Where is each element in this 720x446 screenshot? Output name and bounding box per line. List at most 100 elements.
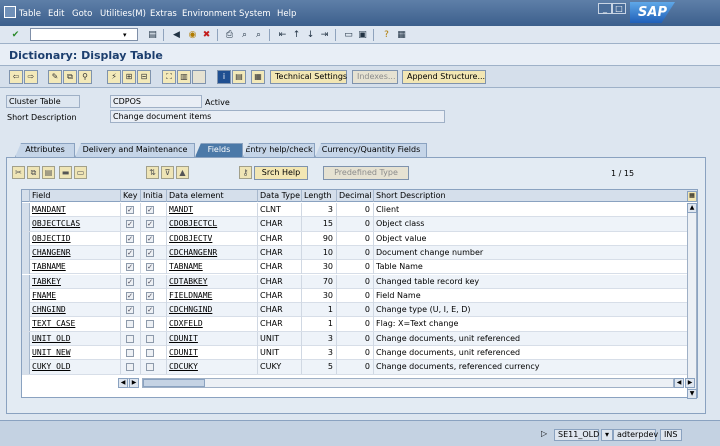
cell-field[interactable]: OBJECTCLAS xyxy=(30,217,121,232)
paste-icon[interactable]: ▤ xyxy=(42,166,55,179)
row-selector[interactable] xyxy=(22,231,30,246)
col-key[interactable]: Key xyxy=(121,190,141,202)
row-selector[interactable] xyxy=(22,260,30,275)
cell-field[interactable]: CUKY_OLD xyxy=(30,360,121,375)
status-mode[interactable]: INS xyxy=(660,429,682,441)
enter-icon[interactable]: ✔ xyxy=(9,28,22,41)
cell-field[interactable]: FNAME xyxy=(30,288,121,303)
dropdown-icon[interactable]: ▾ xyxy=(123,31,127,39)
row-selector[interactable] xyxy=(22,317,30,332)
initial-checkbox[interactable]: ✓ xyxy=(146,306,154,315)
customize-layout-icon[interactable]: ▦ xyxy=(395,28,408,41)
key-checkbox[interactable]: ✓ xyxy=(126,277,134,286)
table-row[interactable]: TABKEY ✓ ✓ CDTABKEY CHAR 70 0 Changed table rec… xyxy=(22,274,697,289)
initial-checkbox[interactable]: ✓ xyxy=(146,291,154,300)
row-selector[interactable] xyxy=(22,203,30,217)
tab-fields[interactable]: Fields xyxy=(195,143,243,157)
cell-field[interactable]: TEXT_CASE xyxy=(30,317,121,332)
table-row[interactable]: TEXT_CASE CDXFELD CHAR 1 0 Flag: X=Text chang… xyxy=(22,317,697,332)
select-all-icon[interactable]: ▲ xyxy=(176,166,189,179)
initial-checkbox[interactable] xyxy=(146,334,154,343)
last-page-icon[interactable]: ⇥ xyxy=(318,28,331,41)
object-list-icon[interactable]: ⊟ xyxy=(137,70,151,84)
window-menu-icon[interactable] xyxy=(4,6,16,18)
insert-row-icon[interactable]: ▬ xyxy=(59,166,72,179)
table-row[interactable]: OBJECTCLAS ✓ ✓ CDOBJECTCL CHAR 15 0 Object clas… xyxy=(22,217,697,232)
col-initial[interactable]: Initia xyxy=(141,190,167,202)
delete-row-icon[interactable]: ▭ xyxy=(74,166,87,179)
key-checkbox[interactable] xyxy=(126,320,134,329)
minimize-icon[interactable]: _ xyxy=(598,3,612,14)
col-field[interactable]: Field xyxy=(30,190,121,202)
table-row[interactable]: TABNAME ✓ ✓ TABNAME CHAR 30 0 Table Name xyxy=(22,260,697,275)
tab-entry-help[interactable]: Entry help/check xyxy=(243,143,315,157)
cell-data-element[interactable]: CDXFELD xyxy=(167,317,258,332)
contents-icon[interactable]: ▦ xyxy=(251,70,265,84)
cell-data-element[interactable]: MANDT xyxy=(167,203,258,217)
where-used-icon[interactable]: ⊞ xyxy=(122,70,136,84)
initial-checkbox[interactable]: ✓ xyxy=(146,234,154,243)
status-arrow-icon[interactable]: ▾ xyxy=(601,429,613,441)
row-selector[interactable] xyxy=(22,303,30,318)
col-length[interactable]: Length xyxy=(302,190,337,202)
info-icon[interactable]: i xyxy=(217,70,231,84)
key-checkbox[interactable] xyxy=(126,349,134,357)
cell-data-element[interactable]: CDTABKEY xyxy=(167,274,258,289)
col-short-description[interactable]: Short Description xyxy=(374,190,697,202)
cell-field[interactable]: CHNGIND xyxy=(30,303,121,318)
scroll-left-icon[interactable]: ◀ xyxy=(118,378,128,388)
cell-data-element[interactable]: CDUNIT xyxy=(167,331,258,346)
column-settings-icon[interactable]: ▦ xyxy=(687,191,697,202)
scroll-down-icon[interactable]: ▼ xyxy=(687,389,697,399)
table-row[interactable]: CHNGIND ✓ ✓ CDCHNGIND CHAR 1 0 Change type (U, … xyxy=(22,303,697,318)
new-session-icon[interactable]: ▭ xyxy=(342,28,355,41)
menu-edit[interactable]: Edit xyxy=(48,9,64,19)
append-structure-button[interactable]: Append Structure... xyxy=(402,70,486,84)
horizontal-scrollbar[interactable] xyxy=(142,378,674,388)
col-decimal[interactable]: Decimal xyxy=(337,190,374,202)
initial-checkbox[interactable]: ✓ xyxy=(146,220,154,229)
maximize-icon[interactable]: □ xyxy=(612,3,626,14)
menu-utilities[interactable]: Utilities(M) xyxy=(100,9,146,19)
menu-goto[interactable]: Goto xyxy=(72,9,92,19)
cell-field[interactable]: TABKEY xyxy=(30,274,121,289)
cell-data-element[interactable]: CDCUKY xyxy=(167,360,258,375)
exit-icon[interactable]: ◉ xyxy=(186,28,199,41)
key-checkbox[interactable]: ✓ xyxy=(126,220,134,229)
initial-checkbox[interactable]: ✓ xyxy=(146,248,154,257)
menu-help[interactable]: Help xyxy=(277,9,296,19)
tab-delivery-maintenance[interactable]: Delivery and Maintenance xyxy=(75,143,195,157)
initial-checkbox[interactable]: ✓ xyxy=(146,263,154,272)
col-data-type[interactable]: Data Type xyxy=(258,190,302,202)
initial-checkbox[interactable] xyxy=(146,349,154,357)
row-selector[interactable] xyxy=(22,346,30,360)
cut-icon[interactable]: ✂ xyxy=(12,166,25,179)
row-selector-header[interactable] xyxy=(22,190,30,202)
key-checkbox[interactable] xyxy=(126,363,134,372)
table-row[interactable]: MANDANT ✓ ✓ MANDT CLNT 3 0 Client xyxy=(22,203,697,218)
scroll-up-icon[interactable]: ▲ xyxy=(687,203,697,213)
row-selector[interactable] xyxy=(22,331,30,346)
scroll-right-icon[interactable]: ▶ xyxy=(685,378,695,388)
find-icon[interactable]: ⌕ xyxy=(238,28,251,41)
row-selector[interactable] xyxy=(22,288,30,303)
print-icon[interactable]: ⎙ xyxy=(223,28,236,41)
search-help-button[interactable]: Srch Help xyxy=(254,166,308,180)
initial-checkbox[interactable] xyxy=(146,363,154,372)
cell-data-element[interactable]: FIELDNAME xyxy=(167,288,258,303)
command-input[interactable] xyxy=(31,29,123,40)
key-checkbox[interactable]: ✓ xyxy=(126,248,134,257)
scroll-right-icon[interactable]: ▶ xyxy=(129,378,139,388)
key-checkbox[interactable]: ✓ xyxy=(126,291,134,300)
cell-data-element[interactable]: CDOBJECTCL xyxy=(167,217,258,232)
cell-data-element[interactable]: CDCHNGIND xyxy=(167,303,258,318)
sort-icon[interactable]: ⇅ xyxy=(146,166,159,179)
table-row[interactable]: OBJECTID ✓ ✓ CDOBJECTV CHAR 90 0 Object value xyxy=(22,231,697,246)
key-checkbox[interactable]: ✓ xyxy=(126,306,134,315)
graphic-icon[interactable]: ▥ xyxy=(177,70,191,84)
first-page-icon[interactable]: ⇤ xyxy=(276,28,289,41)
cancel-icon[interactable]: ✖ xyxy=(200,28,213,41)
table-row[interactable]: FNAME ✓ ✓ FIELDNAME CHAR 30 0 Field Name xyxy=(22,288,697,304)
shortcut-icon[interactable]: ▣ xyxy=(356,28,369,41)
row-selector[interactable] xyxy=(22,217,30,232)
